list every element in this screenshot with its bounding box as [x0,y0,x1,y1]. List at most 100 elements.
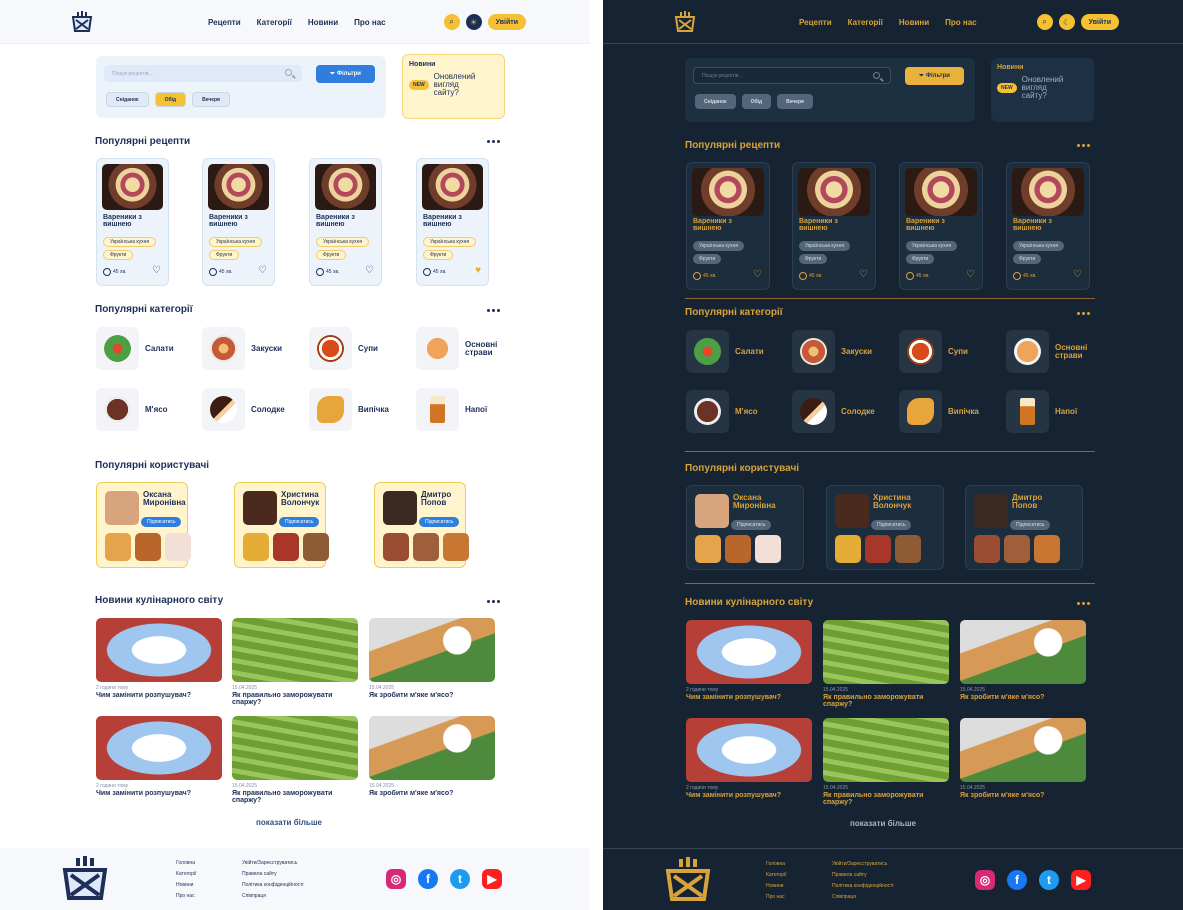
footer-link[interactable]: Співпраця [242,891,304,902]
footer-link[interactable]: Про нас [766,892,786,903]
news-card[interactable]: 2 години тому Чим замінити розпушувач? [96,716,222,797]
more-dots-icon[interactable] [487,600,502,604]
meal-pill-lunch[interactable]: Обід [154,92,187,107]
nav-categories[interactable]: Категорії [257,18,292,27]
category-main[interactable]: Основні страви [1006,330,1091,373]
meal-pill-lunch[interactable]: Обід [741,94,772,109]
category-salads[interactable]: Салати [686,330,764,373]
login-button[interactable]: Увійти [487,14,526,30]
heart-icon[interactable]: ♡ [365,266,374,276]
logo-icon[interactable] [671,8,699,36]
footer-link[interactable]: Новини [176,880,196,891]
heart-icon[interactable]: ♡ [966,270,975,280]
more-dots-icon[interactable] [487,309,502,313]
recipe-card[interactable]: Вареники з вишнею Українська кухня Фрукти 4… [792,162,876,290]
recipe-card[interactable]: Вареники з вишнею Українська кухня Фрукти 4… [309,158,382,286]
footer-link[interactable]: Категорії [176,869,196,880]
heart-icon[interactable]: ♡ [258,266,267,276]
facebook-icon[interactable]: f [1007,870,1027,890]
heart-icon[interactable]: ♡ [1073,270,1082,280]
category-salads[interactable]: Салати [96,327,174,370]
subscribe-button[interactable]: Підписатись [731,520,772,530]
youtube-icon[interactable]: ▶ [482,869,502,889]
search-input[interactable]: Пошук рецептів... [104,65,302,82]
footer-link[interactable]: Правила сайту [242,869,304,880]
recipe-card[interactable]: Вареники з вишнею Українська кухня Фрукти 4… [686,162,770,290]
subscribe-button[interactable]: Підписатись [141,517,182,527]
twitter-icon[interactable]: t [1039,870,1059,890]
facebook-icon[interactable]: f [418,869,438,889]
category-snacks[interactable]: Закуски [202,327,282,370]
nav-recipes[interactable]: Рецепти [799,18,832,27]
search-icon[interactable]: ⌕ [443,14,460,30]
category-meat[interactable]: М'ясо [96,388,168,431]
news-card[interactable]: 15.04.2025 Як правильно заморожувати спар… [823,718,949,806]
category-main[interactable]: Основні страви [416,327,501,370]
instagram-icon[interactable]: ◎ [386,869,406,889]
news-widget[interactable]: Новини NEW Оновлений вигляд сайту? [402,54,505,119]
category-sweets[interactable]: Солодке [202,388,285,431]
news-card[interactable]: 15.04.2025 Як зробити м'яке м'ясо? [369,618,495,699]
subscribe-button[interactable]: Підписатись [1010,520,1051,530]
footer-link[interactable]: Новини [766,881,786,892]
user-card[interactable]: Оксана Миронівна Підписатись [96,482,191,568]
category-bakery[interactable]: Випічка [309,388,389,431]
category-soups[interactable]: Супи [309,327,378,370]
footer-link[interactable]: Увійти/Зареєструватись [832,859,894,870]
nav-recipes[interactable]: Рецепти [208,18,241,27]
filter-button[interactable]: ⏷ Фільтри [316,65,375,83]
news-card[interactable]: 2 години тому Чим замінити розпушувач? [96,618,222,699]
logo-icon[interactable] [68,8,96,36]
footer-link[interactable]: Правила сайту [832,870,894,881]
user-card[interactable]: Дмитро Попов Підписатись [374,482,469,568]
show-more-link[interactable]: показати більше [850,819,916,828]
footer-link[interactable]: Увійти/Зареєструватись [242,858,304,869]
theme-toggle-icon[interactable]: ☾ [1058,14,1075,30]
user-card[interactable]: Христина Волончук Підписатись [826,485,944,570]
subscribe-button[interactable]: Підписатись [279,517,320,527]
news-widget[interactable]: Новини NEW Оновлений вигляд сайту? [991,58,1094,122]
login-button[interactable]: Увійти [1080,14,1119,30]
user-card[interactable]: Христина Волончук Підписатись [234,482,329,568]
nav-categories[interactable]: Категорії [848,18,883,27]
heart-icon[interactable]: ♥ [475,266,481,276]
search-icon[interactable]: ⌕ [1036,14,1053,30]
news-card[interactable]: 2 години тому Чим замінити розпушувач? [686,718,812,799]
nav-news[interactable]: Новини [308,18,338,27]
meal-pill-breakfast[interactable]: Сніданок [695,94,736,109]
category-drinks[interactable]: Напої [1006,390,1077,433]
footer-link[interactable]: Категорії [766,870,786,881]
heart-icon[interactable]: ♡ [753,270,762,280]
meal-pill-breakfast[interactable]: Сніданок [106,92,149,107]
news-card[interactable]: 15.04.2025 Як зробити м'яке м'ясо? [369,716,495,797]
user-card[interactable]: Оксана Миронівна Підписатись [686,485,804,570]
recipe-card[interactable]: Вареники з вишнею Українська кухня Фрукти 4… [1006,162,1090,290]
news-card[interactable]: 15.04.2025 Як правильно заморожувати спар… [232,716,358,804]
nav-news[interactable]: Новини [899,18,929,27]
show-more-link[interactable]: показати більше [256,818,322,827]
meal-pill-dinner[interactable]: Вечеря [777,94,813,109]
more-dots-icon[interactable] [1077,144,1092,148]
recipe-card[interactable]: Вареники з вишнею Українська кухня Фрукти 4… [202,158,275,286]
category-snacks[interactable]: Закуски [792,330,872,373]
subscribe-button[interactable]: Підписатись [419,517,460,527]
footer-link[interactable]: Політика конфіденційності [832,881,894,892]
theme-toggle-icon[interactable]: ☀ [465,14,482,30]
news-card[interactable]: 15.04.2025 Як правильно заморожувати спар… [823,620,949,708]
more-dots-icon[interactable] [1077,602,1092,606]
footer-link[interactable]: Про нас [176,891,196,902]
category-sweets[interactable]: Солодке [792,390,875,433]
twitter-icon[interactable]: t [450,869,470,889]
news-card[interactable]: 2 години тому Чим замінити розпушувач? [686,620,812,701]
category-drinks[interactable]: Напої [416,388,487,431]
subscribe-button[interactable]: Підписатись [871,520,912,530]
more-dots-icon[interactable] [1077,312,1092,316]
instagram-icon[interactable]: ◎ [975,870,995,890]
recipe-card[interactable]: Вареники з вишнею Українська кухня Фрукти 4… [899,162,983,290]
nav-about[interactable]: Про нас [945,18,976,27]
recipe-card[interactable]: Вареники з вишнею Українська кухня Фрукти 4… [416,158,489,286]
filter-button[interactable]: ⏷ Фільтри [905,67,964,85]
meal-pill-dinner[interactable]: Вечеря [192,92,230,107]
news-card[interactable]: 15.04.2025 Як зробити м'яке м'ясо? [960,718,1086,799]
category-meat[interactable]: М'ясо [686,390,758,433]
